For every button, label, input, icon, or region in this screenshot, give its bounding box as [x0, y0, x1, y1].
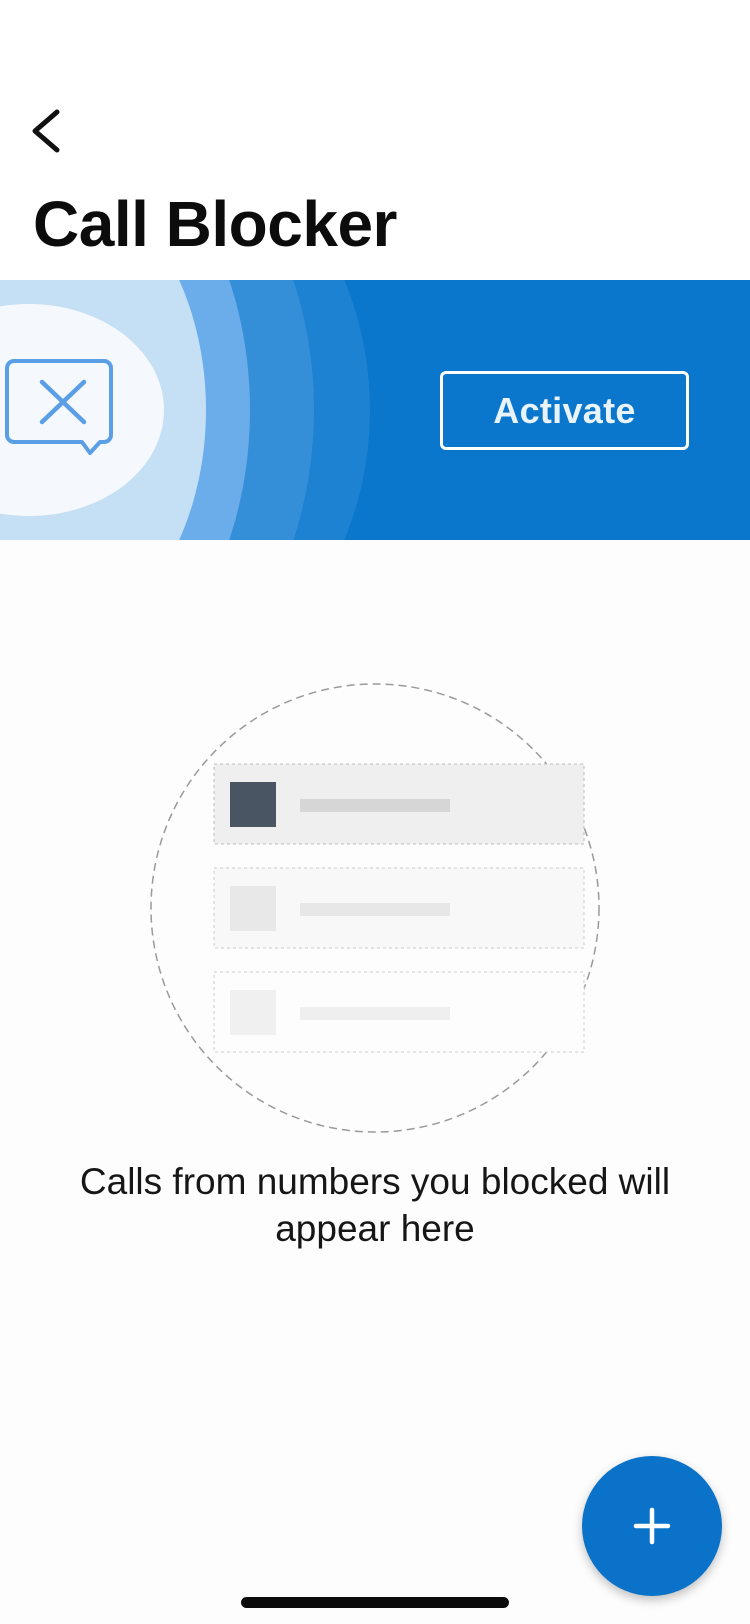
home-indicator[interactable]	[241, 1597, 509, 1608]
header: Call Blocker	[0, 0, 750, 280]
activate-button[interactable]: Activate	[440, 371, 689, 450]
plus-icon	[633, 1507, 671, 1545]
chevron-left-icon	[32, 109, 60, 153]
empty-list-illustration	[150, 683, 600, 1133]
page-title: Call Blocker	[33, 188, 397, 260]
add-blocked-number-button[interactable]	[582, 1456, 722, 1596]
placeholder-row	[213, 867, 585, 949]
blocked-message-icon	[5, 359, 113, 455]
back-button[interactable]	[22, 100, 70, 160]
placeholder-row	[213, 763, 585, 845]
empty-state-message: Calls from numbers you blocked will appe…	[79, 1161, 671, 1249]
placeholder-row	[213, 971, 585, 1053]
activation-banner: Activate	[0, 280, 750, 540]
